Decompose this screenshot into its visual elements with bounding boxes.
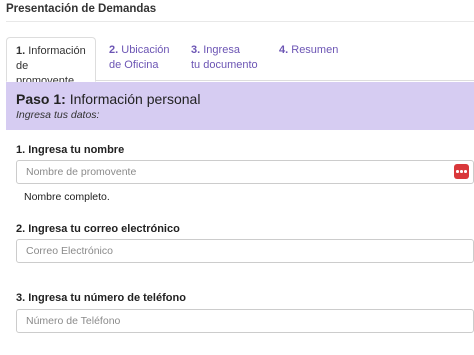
email-input[interactable] bbox=[16, 239, 474, 263]
tab-label-line2: de Oficina bbox=[109, 59, 159, 71]
phone-input[interactable] bbox=[16, 309, 474, 333]
tab-informacion-promovente[interactable]: 1. Información de promovente bbox=[6, 37, 96, 87]
step-title-text: Información personal bbox=[65, 91, 201, 107]
step-title: Paso 1: Información personal bbox=[16, 91, 474, 107]
tab-number: 4. bbox=[279, 44, 289, 56]
tab-resumen[interactable]: 4. Resumen bbox=[270, 37, 360, 81]
name-label: 1. Ingresa tu nombre bbox=[16, 144, 125, 156]
tab-ubicacion-oficina[interactable]: 2. Ubicación de Oficina bbox=[100, 37, 182, 81]
tab-number: 2. bbox=[109, 44, 119, 56]
tab-label-line1: Información bbox=[25, 45, 86, 57]
step-header: Paso 1: Información personal Ingresa tus… bbox=[6, 82, 474, 130]
step-label: Paso 1: bbox=[16, 91, 66, 107]
tab-label-line2: tu documento bbox=[191, 59, 258, 71]
step-tabs: 1. Información de promovente 2. Ubicació… bbox=[6, 37, 474, 87]
tab-number: 1. bbox=[16, 45, 26, 57]
step-subtitle: Ingresa tus datos: bbox=[16, 109, 100, 121]
tab-label-line1: Ingresa bbox=[200, 44, 240, 56]
tab-ingresa-documento[interactable]: 3. Ingresa tu documento bbox=[182, 37, 270, 81]
more-dots-icon[interactable] bbox=[454, 164, 469, 179]
tab-number: 3. bbox=[191, 44, 201, 56]
dot bbox=[456, 170, 459, 173]
dot bbox=[464, 170, 467, 173]
phone-label: 3. Ingresa tu número de teléfono bbox=[16, 292, 186, 304]
name-input[interactable] bbox=[16, 160, 474, 184]
tab-label-line1: Resumen bbox=[288, 44, 339, 56]
dot bbox=[460, 170, 463, 173]
tab-label-line1: Ubicación bbox=[118, 44, 170, 56]
name-help-text: Nombre completo. bbox=[24, 191, 110, 203]
email-label: 2. Ingresa tu correo electrónico bbox=[16, 223, 180, 235]
page-title: Presentación de Demandas bbox=[6, 0, 474, 22]
